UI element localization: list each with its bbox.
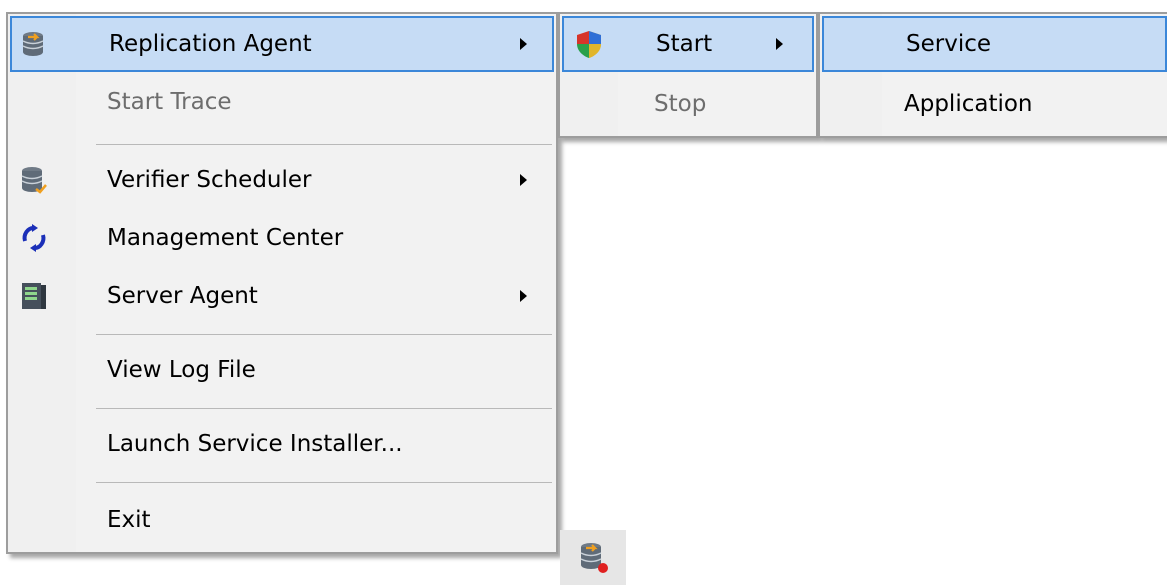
menu-item-replication-agent[interactable]: Replication Agent xyxy=(10,16,554,72)
menu-item-label: View Log File xyxy=(107,357,256,383)
menu-item-server-agent[interactable]: Server Agent xyxy=(10,270,554,322)
menu-separator xyxy=(96,144,552,145)
menu-item-stop[interactable]: Stop xyxy=(562,76,814,132)
menu-item-label: Start xyxy=(656,31,713,57)
menu-item-label: Verifier Scheduler xyxy=(107,167,312,193)
menu-item-start[interactable]: Start xyxy=(562,16,814,72)
sync-arrows-icon xyxy=(22,224,46,252)
replication-agent-submenu: Start Stop xyxy=(558,12,818,138)
menu-item-label: Launch Service Installer... xyxy=(107,431,403,457)
menu-item-launch-service-installer[interactable]: Launch Service Installer... xyxy=(10,418,554,470)
shield-icon xyxy=(577,31,601,58)
menu-item-label: Application xyxy=(904,91,1033,117)
server-icon xyxy=(22,283,46,309)
database-check-icon xyxy=(21,167,47,194)
menu-separator xyxy=(96,408,552,409)
menu-item-label: Service xyxy=(906,31,992,57)
menu-item-label: Stop xyxy=(654,91,707,117)
submenu-arrow-icon xyxy=(776,38,783,50)
replication-tray-icon[interactable] xyxy=(578,540,610,574)
tray-icon-area[interactable] xyxy=(560,530,626,585)
tray-context-menu: Replication Agent Start Trace Verifier S… xyxy=(6,12,558,554)
submenu-arrow-icon xyxy=(520,38,527,50)
menu-item-exit[interactable]: Exit xyxy=(10,492,554,548)
menu-separator xyxy=(96,334,552,335)
database-arrow-icon xyxy=(22,32,44,56)
submenu-arrow-icon xyxy=(520,174,527,186)
menu-item-label: Management Center xyxy=(107,225,344,251)
menu-item-label: Replication Agent xyxy=(109,31,312,57)
menu-item-service[interactable]: Service xyxy=(822,16,1167,72)
menu-item-start-trace[interactable]: Start Trace xyxy=(10,76,554,128)
submenu-arrow-icon xyxy=(520,290,527,302)
menu-item-label: Server Agent xyxy=(107,283,258,309)
start-submenu: Service Application xyxy=(818,12,1167,138)
menu-item-management-center[interactable]: Management Center xyxy=(10,212,554,264)
menu-item-view-log-file[interactable]: View Log File xyxy=(10,344,554,396)
menu-item-application[interactable]: Application xyxy=(822,76,1167,132)
menu-item-label: Start Trace xyxy=(107,89,232,115)
menu-item-label: Exit xyxy=(107,507,151,533)
menu-item-verifier-scheduler[interactable]: Verifier Scheduler xyxy=(10,154,554,206)
menu-separator xyxy=(96,482,552,483)
desktop: Replication Agent Start Trace Verifier S… xyxy=(0,0,1167,585)
